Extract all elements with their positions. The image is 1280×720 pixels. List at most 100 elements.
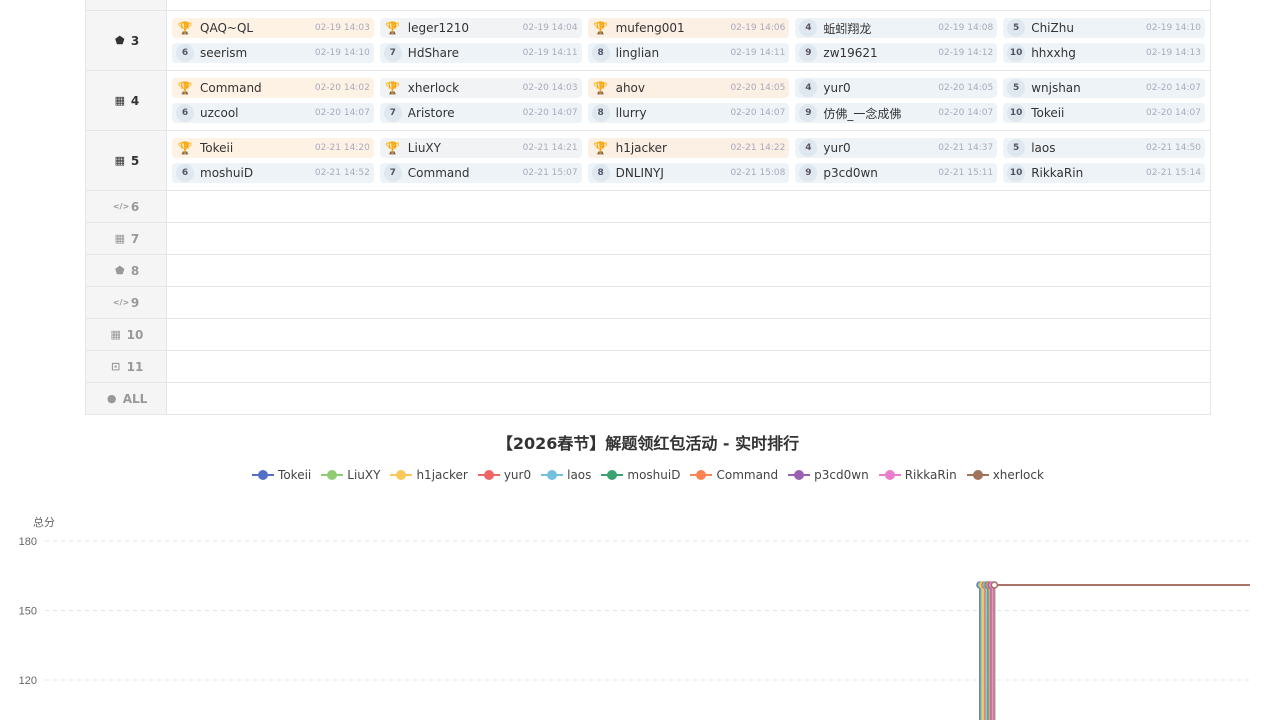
row-header-4[interactable]: ▦ 4: [86, 71, 167, 130]
series-line-h1jacker[interactable]: [982, 584, 1250, 720]
solver-entry[interactable]: 9 p3cd0wn 02-21 15:11: [795, 163, 998, 183]
solver-entry[interactable]: 🏆 Tokeii 02-21 14:20: [172, 138, 374, 158]
series-line-yur0[interactable]: [983, 584, 1250, 720]
solver-entry[interactable]: 5 ChiZhu 02-19 14:10: [1003, 18, 1205, 38]
legend-item-moshuid[interactable]: moshuiD: [601, 468, 680, 482]
row-header-11[interactable]: ⊡ 11: [86, 351, 167, 382]
legend-item-liuxy[interactable]: LiuXY: [321, 468, 380, 482]
rank-badge: 7: [383, 104, 402, 122]
solver-entry[interactable]: 7 Aristore 02-20 14:07: [379, 103, 582, 123]
series-line-rikkarin[interactable]: [991, 584, 1250, 720]
solver-entry[interactable]: 5 wnjshan 02-20 14:07: [1003, 78, 1205, 98]
row-number: 5: [130, 153, 140, 168]
legend-item-xherlock[interactable]: xherlock: [966, 468, 1044, 482]
series-line-xherlock[interactable]: [993, 584, 1250, 720]
solver-name: moshuiD: [200, 166, 254, 180]
solver-entry[interactable]: 8 DNLINYJ 02-21 15:08: [587, 163, 790, 183]
solver-entry[interactable]: 🏆 h1jacker 02-21 14:22: [587, 138, 790, 158]
series-point-xherlock[interactable]: [990, 581, 999, 589]
solver-entry[interactable]: 9 仿佛_一念成佛 02-20 14:07: [795, 103, 998, 123]
row-header-8[interactable]: ⬟ 8: [86, 255, 167, 286]
row-header-9[interactable]: </> 9: [86, 287, 167, 318]
trophy-icon: 🏆: [593, 21, 609, 35]
solve-time: 02-19 14:04: [522, 23, 578, 33]
legend-item-rikkarin[interactable]: RikkaRin: [878, 468, 957, 482]
legend-item-p3cd0wn[interactable]: p3cd0wn: [788, 468, 869, 482]
solver-entry[interactable]: 🏆 xherlock 02-20 14:03: [379, 78, 582, 98]
solver-name: QAQ~QL: [200, 21, 254, 35]
row-header-3[interactable]: ⬟ 3: [86, 11, 167, 70]
solver-entry[interactable]: 6 seerism 02-19 14:10: [172, 43, 374, 63]
legend-item-command[interactable]: Command: [690, 468, 778, 482]
solver-entry[interactable]: 4 yur0 02-21 14:37: [795, 138, 998, 158]
solver-entry[interactable]: 🏆 Command 02-20 14:02: [172, 78, 374, 98]
solver-entry[interactable]: 🏆 QAQ~QL 02-19 14:03: [172, 18, 374, 38]
solve-time: 02-20 14:03: [522, 83, 578, 93]
solver-entry[interactable]: 10 Tokeii 02-20 14:07: [1003, 103, 1205, 123]
solve-time: 02-21 14:21: [522, 143, 578, 153]
row-header-5[interactable]: ▦ 5: [86, 131, 167, 190]
solver-entry[interactable]: 8 linglian 02-19 14:11: [587, 43, 790, 63]
solver-name: ahov: [615, 81, 645, 95]
solver-entry[interactable]: 5 laos 02-21 14:50: [1003, 138, 1205, 158]
row-header-all[interactable]: ● ALL: [86, 383, 167, 414]
board-row-partial: [86, 0, 1210, 11]
solver-entry[interactable]: 🏆 ahov 02-20 14:05: [587, 78, 790, 98]
series-line-p3cd0wn[interactable]: [990, 584, 1250, 720]
solver-entry[interactable]: 🏆 leger1210 02-19 14:04: [379, 18, 582, 38]
row-header-6[interactable]: </> 6: [86, 191, 167, 222]
solver-name: DNLINYJ: [615, 166, 664, 180]
series-line-moshuid[interactable]: [987, 584, 1250, 720]
leaderboard-table: ⬟ 3 🏆 QAQ~QL 02-19 14:03 🏆 leger1210 02-19 14:0…: [85, 0, 1211, 415]
solver-entry[interactable]: 9 zw19621 02-19 14:12: [795, 43, 998, 63]
rank-badge: 10: [1007, 44, 1026, 62]
series-line-command[interactable]: [988, 584, 1250, 720]
legend-swatch: [878, 470, 901, 480]
line-chart: 120 150 180: [19, 536, 1250, 720]
solver-entry[interactable]: 4 蚯蚓翔龙 02-19 14:08: [795, 18, 998, 38]
solver-entry[interactable]: 10 RikkaRin 02-21 15:14: [1003, 163, 1205, 183]
row-number: 7: [130, 231, 140, 246]
trophy-icon: 🏆: [177, 81, 193, 95]
legend-item-tokeii[interactable]: Tokeii: [252, 468, 311, 482]
windows-icon: ▦: [114, 231, 126, 245]
solver-entry[interactable]: 10 hhxxhg 02-19 14:13: [1003, 43, 1205, 63]
row-header-10[interactable]: ▦ 10: [86, 319, 167, 350]
solve-time: 02-19 14:12: [938, 48, 994, 58]
legend-label: moshuiD: [627, 468, 681, 482]
y-tick-label: 150: [19, 606, 37, 618]
rank-badge: 6: [176, 164, 194, 182]
rank-badge: 9: [799, 44, 818, 62]
row-number: 4: [130, 93, 140, 108]
rank-badge: 8: [591, 44, 610, 62]
solver-entry[interactable]: 4 yur0 02-20 14:05: [795, 78, 998, 98]
series-line-tokeii[interactable]: [979, 584, 1250, 720]
solver-entry[interactable]: 🏆 mufeng001 02-19 14:06: [587, 18, 790, 38]
legend-item-h1jacker[interactable]: h1jacker: [390, 468, 468, 482]
legend-label: LiuXY: [347, 468, 381, 482]
row-number: 11: [126, 359, 144, 374]
solver-name: Tokeii: [1031, 106, 1065, 120]
series-line-laos[interactable]: [985, 584, 1250, 720]
solver-entry[interactable]: 🏆 LiuXY 02-21 14:21: [379, 138, 582, 158]
solver-name: LiuXY: [407, 141, 441, 155]
solver-name: yur0: [823, 141, 851, 155]
legend-item-yur0[interactable]: yur0: [477, 468, 531, 482]
solver-name: HdShare: [407, 46, 460, 60]
series-line-liuxy[interactable]: [980, 584, 1250, 720]
solve-time: 02-20 14:07: [314, 108, 370, 118]
solver-entry[interactable]: 8 llurry 02-20 14:07: [587, 103, 790, 123]
solver-entry[interactable]: 7 HdShare 02-19 14:11: [379, 43, 582, 63]
solver-entry[interactable]: 6 moshuiD 02-21 14:52: [172, 163, 374, 183]
solver-entry[interactable]: 6 uzcool 02-20 14:07: [172, 103, 374, 123]
android-icon: ⬟: [115, 263, 125, 277]
legend-swatch: [390, 470, 413, 480]
row-header-7[interactable]: ▦ 7: [86, 223, 167, 254]
windows-icon: ▦: [110, 327, 121, 341]
rank-badge: 7: [383, 164, 402, 182]
rank-badge: 4: [799, 79, 818, 97]
solver-entry[interactable]: 7 Command 02-21 15:07: [379, 163, 582, 183]
legend-swatch: [252, 470, 275, 480]
legend-item-laos[interactable]: laos: [541, 468, 591, 482]
legend-swatch: [477, 470, 500, 480]
